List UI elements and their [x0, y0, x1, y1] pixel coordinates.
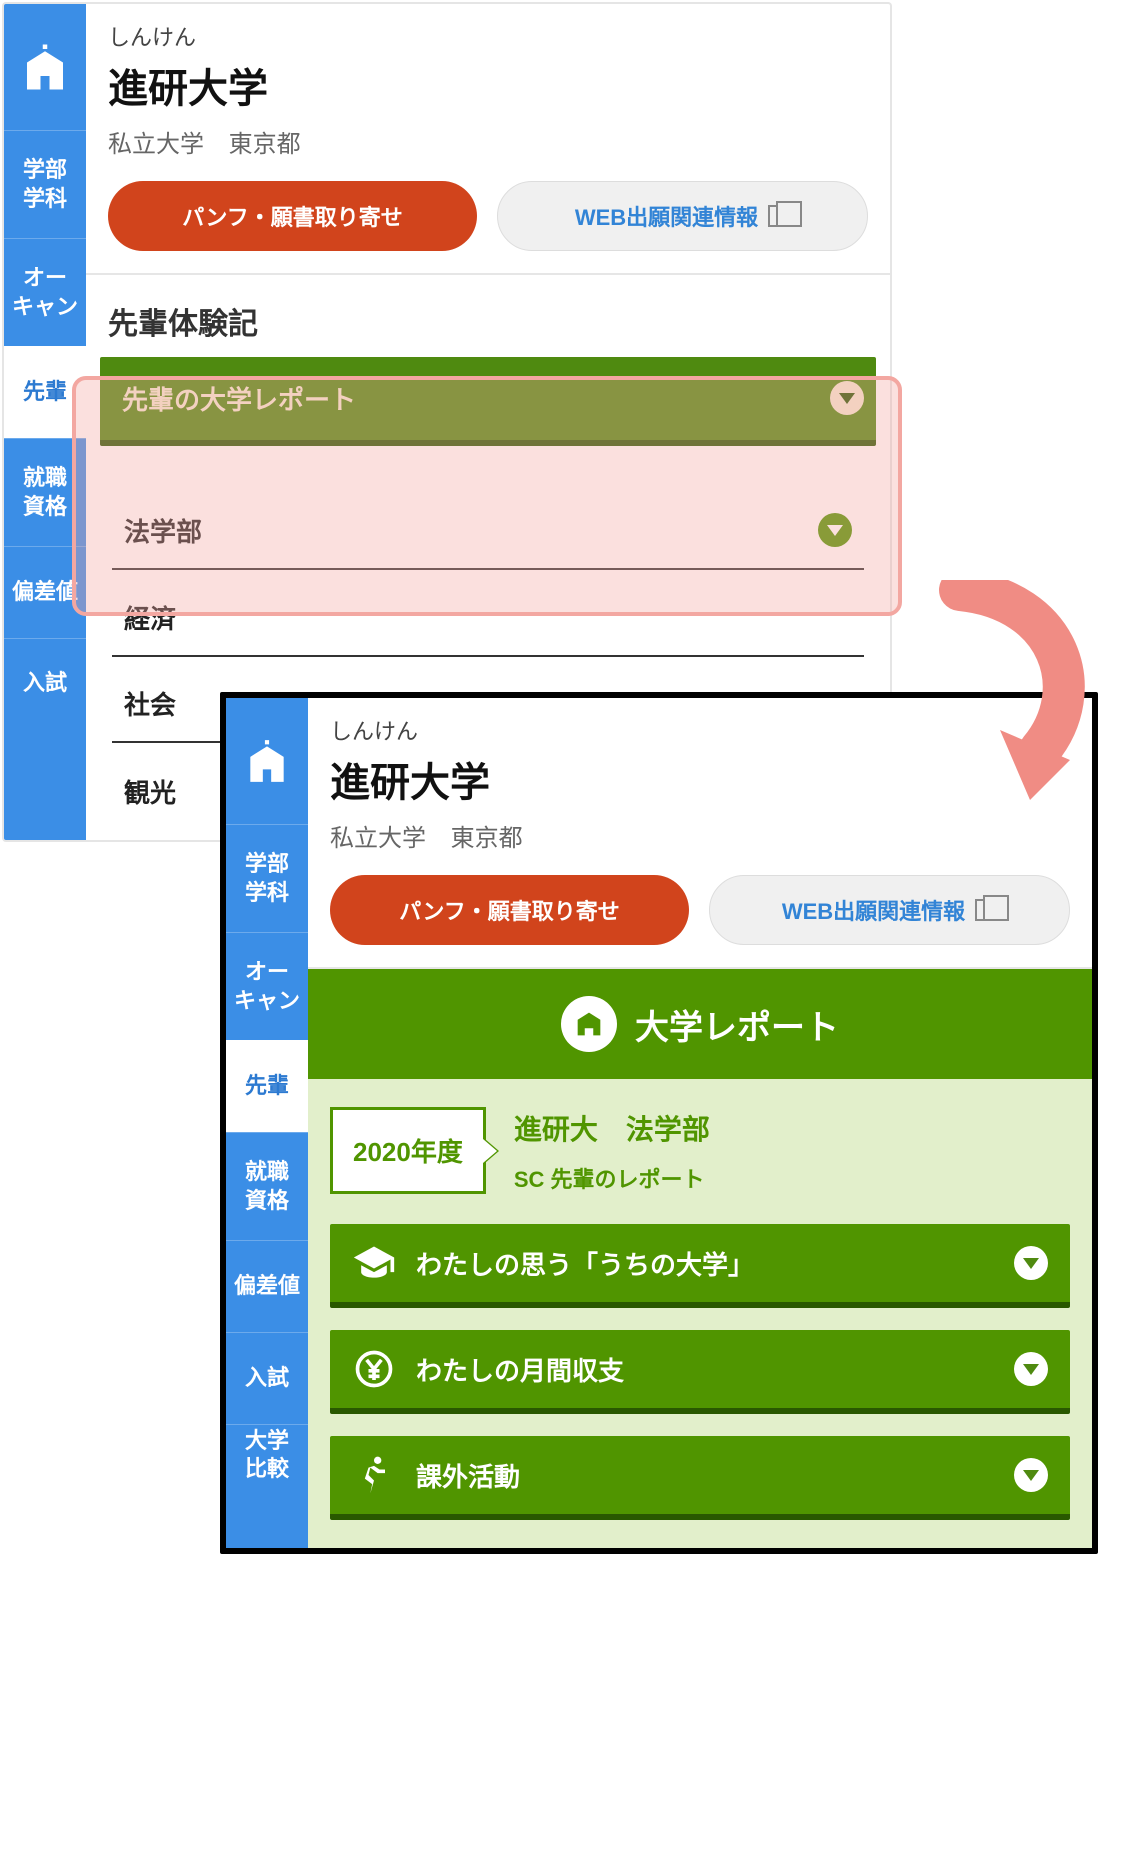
yen-circle-icon: [352, 1347, 396, 1391]
transition-arrow-icon: [920, 580, 1100, 800]
request-brochure-button[interactable]: パンフ・願書取り寄せ: [108, 181, 477, 251]
accordion-label: わたしの思う「うちの大学」: [416, 1245, 754, 1282]
sidebar-item-open-campus[interactable]: オー キャン: [4, 238, 86, 346]
accordion-label: 課外活動: [416, 1457, 520, 1494]
main-content: しんけん 進研大学 私立大学 東京都 パンフ・願書取り寄せ WEB出願関連情報 …: [308, 698, 1092, 1548]
sidebar-item-senpai[interactable]: 先輩: [4, 346, 86, 438]
faculty-label: 観光: [124, 773, 176, 810]
sidebar: 学部 学科 オー キャン 先輩 就職 資格 偏差値 入試: [4, 4, 86, 840]
external-link-icon: [768, 205, 790, 227]
chevron-down-icon: [830, 381, 864, 415]
running-person-icon: [352, 1453, 396, 1497]
university-type: 私立大学: [108, 131, 204, 158]
web-application-button[interactable]: WEB出願関連情報: [709, 875, 1070, 945]
report-meta-box: 2020年度 進研大 法学部 SC 先輩のレポート: [330, 1107, 1070, 1194]
sidebar-item-deviation[interactable]: 偏差値: [226, 1240, 308, 1332]
web-application-label: WEB出願関連情報: [782, 894, 965, 926]
section-title: 先輩体験記: [86, 275, 890, 357]
external-link-icon: [975, 899, 997, 921]
accordion-activities[interactable]: 課外活動: [330, 1436, 1070, 1520]
button-row: パンフ・願書取り寄せ WEB出願関連情報: [108, 181, 868, 251]
request-brochure-button[interactable]: パンフ・願書取り寄せ: [330, 875, 689, 945]
university-type: 私立大学: [330, 825, 426, 852]
faculty-label: 社会: [124, 685, 176, 722]
faculty-row-economics[interactable]: 経済: [112, 580, 864, 657]
school-badge-icon: [561, 996, 617, 1052]
report-body: 2020年度 進研大 法学部 SC 先輩のレポート わたしの思う「うちの大学」 …: [308, 1079, 1092, 1548]
senpai-report-dropdown[interactable]: 先輩の大学レポート: [100, 357, 876, 446]
sidebar-item-admissions[interactable]: 入試: [4, 638, 86, 706]
graduation-cap-icon: [352, 1241, 396, 1285]
university-header: しんけん 進研大学 私立大学 東京都 パンフ・願書取り寄せ WEB出願関連情報: [86, 4, 890, 275]
sidebar-item-career[interactable]: 就職 資格: [226, 1132, 308, 1240]
faculty-row-law[interactable]: 法学部: [112, 493, 864, 570]
university-meta: 私立大学 東京都: [330, 818, 1070, 853]
faculty-label: 法学部: [124, 512, 202, 549]
school-icon: [226, 698, 308, 824]
chevron-down-icon: [818, 513, 852, 547]
accordion-label: わたしの月間収支: [416, 1351, 624, 1388]
university-name: 進研大学: [108, 56, 868, 114]
furigana: しんけん: [108, 20, 868, 52]
sidebar-item-senpai[interactable]: 先輩: [226, 1040, 308, 1132]
chevron-down-icon: [1014, 1246, 1048, 1280]
accordion-monthly-budget[interactable]: わたしの月間収支: [330, 1330, 1070, 1414]
school-icon: [4, 4, 86, 130]
button-row: パンフ・願書取り寄せ WEB出願関連情報: [330, 875, 1070, 945]
faculty-label: 経済: [124, 599, 176, 636]
chevron-down-icon: [1014, 1352, 1048, 1386]
sidebar-item-career[interactable]: 就職 資格: [4, 438, 86, 546]
report-header: 大学レポート: [308, 969, 1092, 1079]
accordion-my-university[interactable]: わたしの思う「うちの大学」: [330, 1224, 1070, 1308]
report-subtitle: SC 先輩のレポート: [514, 1162, 710, 1194]
report-header-title: 大学レポート: [635, 1000, 839, 1049]
dropdown-label: 先輩の大学レポート: [112, 380, 356, 417]
web-application-button[interactable]: WEB出願関連情報: [497, 181, 868, 251]
sidebar-item-admissions[interactable]: 入試: [226, 1332, 308, 1424]
university-location: 東京都: [229, 131, 301, 158]
sidebar-item-departments[interactable]: 学部 学科: [4, 130, 86, 238]
sidebar-item-compare[interactable]: 大学 比較: [226, 1424, 308, 1492]
report-meta: 進研大 法学部 SC 先輩のレポート: [514, 1107, 710, 1194]
year-badge: 2020年度: [330, 1107, 486, 1194]
report-title: 進研大 法学部: [514, 1108, 710, 1148]
web-application-label: WEB出願関連情報: [575, 200, 758, 232]
chevron-down-icon: [1014, 1458, 1048, 1492]
screenshot-bottom-panel: 学部 学科 オー キャン 先輩 就職 資格 偏差値 入試 大学 比較 しんけん …: [220, 692, 1098, 1554]
sidebar-item-deviation[interactable]: 偏差値: [4, 546, 86, 638]
university-meta: 私立大学 東京都: [108, 124, 868, 159]
sidebar-item-departments[interactable]: 学部 学科: [226, 824, 308, 932]
sidebar-item-open-campus[interactable]: オー キャン: [226, 932, 308, 1040]
sidebar: 学部 学科 オー キャン 先輩 就職 資格 偏差値 入試 大学 比較: [226, 698, 308, 1548]
university-location: 東京都: [451, 825, 523, 852]
